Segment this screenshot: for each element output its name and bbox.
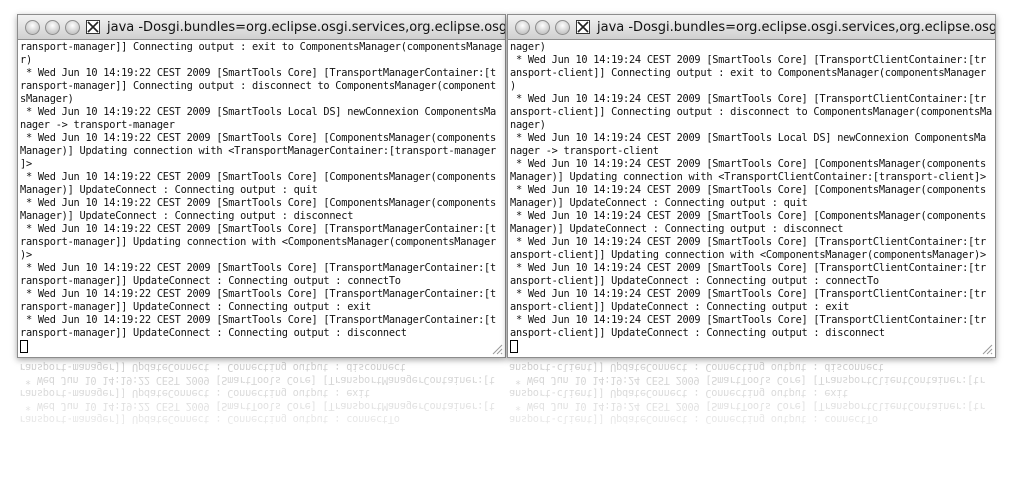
reflected-line: * Wed Jun 10 14:19:22 CEST 2009 [SmartTo…: [19, 400, 495, 412]
terminal-output[interactable]: ransport-manager]] Connecting output : e…: [18, 40, 505, 357]
terminal-output[interactable]: nager) * Wed Jun 10 14:19:24 CEST 2009 […: [508, 40, 995, 357]
reflected-line: * Wed Jun 10 14:19:24 CEST 2009 [SmartTo…: [509, 400, 985, 412]
close-button[interactable]: [25, 19, 40, 35]
terminal-line: ransport-manager]] UpdateConnect : Conne…: [20, 327, 407, 339]
terminal-line: * Wed Jun 10 14:19:22 CEST 2009 [SmartTo…: [20, 197, 496, 209]
terminal-line: * Wed Jun 10 14:19:22 CEST 2009 [SmartTo…: [20, 288, 496, 300]
terminal-line: * Wed Jun 10 14:19:24 CEST 2009 [SmartTo…: [510, 132, 986, 144]
terminal-line: ransport-manager]] Connecting output : d…: [20, 80, 496, 92]
window-titlebar[interactable]: java -Dosgi.bundles=org.eclipse.osgi.ser…: [18, 15, 505, 40]
minimize-button[interactable]: [45, 19, 60, 35]
resize-grip-icon[interactable]: [490, 342, 503, 355]
terminal-line: * Wed Jun 10 14:19:24 CEST 2009 [SmartTo…: [510, 54, 986, 66]
window-titlebar[interactable]: java -Dosgi.bundles=org.eclipse.osgi.ser…: [508, 15, 995, 40]
reflected-line: * Wed Jun 10 14:19:24 CEST 2009 [SmartTo…: [509, 374, 985, 386]
terminal-line: Manager)] UpdateConnect : Connecting out…: [20, 210, 354, 222]
terminal-line: * Wed Jun 10 14:19:22 CEST 2009 [SmartTo…: [20, 132, 496, 144]
zoom-button[interactable]: [65, 19, 80, 35]
prompt-line[interactable]: [510, 340, 993, 353]
terminal-line: * Wed Jun 10 14:19:24 CEST 2009 [SmartTo…: [510, 93, 986, 105]
reflected-line: ransport-manager]] UpdateConnect : Conne…: [19, 387, 371, 399]
terminal-line: * Wed Jun 10 14:19:24 CEST 2009 [SmartTo…: [510, 236, 986, 248]
resize-grip-icon[interactable]: [980, 342, 993, 355]
zoom-button[interactable]: [555, 19, 570, 35]
window-title: java -Dosgi.bundles=org.eclipse.osgi.ser…: [107, 19, 505, 35]
terminal-line: Manager)] UpdateConnect : Connecting out…: [510, 197, 808, 209]
window-reflection: ransport-manager]] UpdateConnect : Conne…: [17, 360, 508, 470]
terminal-line: * Wed Jun 10 14:19:22 CEST 2009 [SmartTo…: [20, 262, 496, 274]
x11-icon: [576, 20, 590, 34]
reflected-line: * Wed Jun 10 14:19:22 CEST 2009 [SmartTo…: [19, 374, 495, 386]
terminal-line: * Wed Jun 10 14:19:24 CEST 2009 [SmartTo…: [510, 184, 986, 196]
terminal-line: * Wed Jun 10 14:19:24 CEST 2009 [SmartTo…: [510, 158, 986, 170]
terminal-line: nager): [510, 41, 546, 53]
terminal-line: Manager)] Updating connection with <Tran…: [20, 145, 496, 157]
xterm-window-right[interactable]: java -Dosgi.bundles=org.eclipse.osgi.ser…: [507, 14, 996, 358]
terminal-line: ansport-client]] UpdateConnect : Connect…: [510, 275, 879, 287]
close-button[interactable]: [515, 19, 530, 35]
terminal-line: * Wed Jun 10 14:19:22 CEST 2009 [SmartTo…: [20, 171, 496, 183]
terminal-line: ansport-client]] UpdateConnect : Connect…: [510, 301, 850, 313]
terminal-line: ransport-manager]] Updating connection w…: [20, 236, 496, 248]
terminal-line: Manager)] UpdateConnect : Connecting out…: [20, 184, 318, 196]
terminal-line: ransport-manager]] UpdateConnect : Conne…: [20, 275, 401, 287]
minimize-button[interactable]: [535, 19, 550, 35]
window-reflection: ansport-client]] UpdateConnect : Connect…: [507, 360, 998, 470]
terminal-line: * Wed Jun 10 14:19:22 CEST 2009 [SmartTo…: [20, 223, 496, 235]
terminal-line: ransport-manager]] Connecting output : e…: [20, 41, 503, 53]
terminal-line: * Wed Jun 10 14:19:24 CEST 2009 [SmartTo…: [510, 210, 986, 222]
reflected-line: ransport-manager]] UpdateConnect : Conne…: [19, 413, 400, 425]
reflected-line: ansport-client]] UpdateConnect : Connect…: [509, 387, 849, 399]
terminal-line: * Wed Jun 10 14:19:24 CEST 2009 [SmartTo…: [510, 288, 986, 300]
terminal-line: r): [20, 54, 32, 66]
reflected-line: ansport-client]] UpdateConnect : Connect…: [509, 361, 884, 373]
terminal-line: * Wed Jun 10 14:19:22 CEST 2009 [SmartTo…: [20, 67, 496, 79]
x11-icon: [86, 20, 100, 34]
reflected-line: ansport-client]] UpdateConnect : Connect…: [509, 413, 878, 425]
terminal-line: nager -> transport-manager: [20, 119, 175, 131]
terminal-line: ansport-client]] Connecting output : exi…: [510, 67, 986, 79]
terminal-line: Manager)] Updating connection with <Tran…: [510, 171, 986, 183]
terminal-line: * Wed Jun 10 14:19:22 CEST 2009 [SmartTo…: [20, 314, 496, 326]
terminal-line: sManager): [20, 93, 74, 105]
terminal-line: ]>: [20, 158, 32, 170]
terminal-line: nager): [510, 119, 546, 131]
terminal-line: Manager)] UpdateConnect : Connecting out…: [510, 223, 844, 235]
reflected-line: ransport-manager]] UpdateConnect : Conne…: [19, 361, 406, 373]
text-cursor: [510, 340, 518, 353]
terminal-line: * Wed Jun 10 14:19:24 CEST 2009 [SmartTo…: [510, 314, 986, 326]
xterm-window-left[interactable]: java -Dosgi.bundles=org.eclipse.osgi.ser…: [17, 14, 506, 358]
terminal-line: nager -> transport-client: [510, 145, 659, 157]
terminal-line: * Wed Jun 10 14:19:22 CEST 2009 [SmartTo…: [20, 106, 496, 118]
text-cursor: [20, 340, 28, 353]
terminal-line: ansport-client]] Updating connection wit…: [510, 249, 986, 261]
prompt-line[interactable]: [20, 340, 503, 353]
terminal-line: ansport-client]] UpdateConnect : Connect…: [510, 327, 885, 339]
terminal-line: )>: [20, 249, 32, 261]
window-title: java -Dosgi.bundles=org.eclipse.osgi.ser…: [597, 19, 995, 35]
terminal-line: ansport-client]] Connecting output : dis…: [510, 106, 992, 118]
terminal-line: * Wed Jun 10 14:19:24 CEST 2009 [SmartTo…: [510, 262, 986, 274]
terminal-line: ransport-manager]] UpdateConnect : Conne…: [20, 301, 372, 313]
terminal-line: ): [510, 80, 516, 92]
